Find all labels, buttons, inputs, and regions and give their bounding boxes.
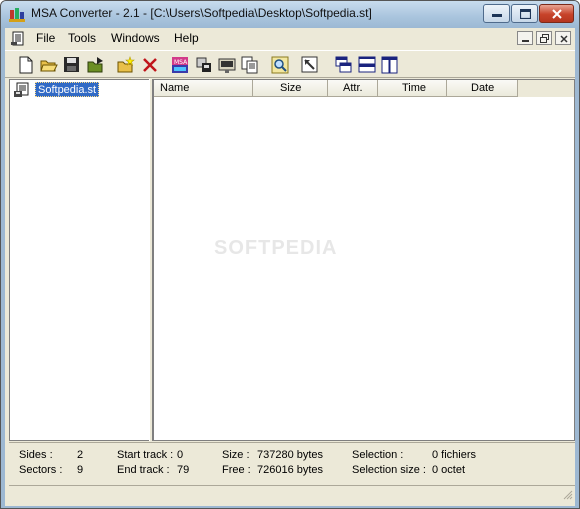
restore-icon [540,34,549,43]
delete-button[interactable] [139,54,161,76]
new-folder-icon [117,56,135,73]
start-track-value: 0 [177,449,184,461]
msa-convert-icon: MSA [172,57,188,73]
cascade-button[interactable] [333,54,355,76]
maximize-icon [520,9,531,19]
save-icon [64,57,79,72]
mdi-restore-button[interactable] [536,31,552,45]
free-label: Free : [222,464,251,476]
resize-grip-icon[interactable] [561,488,573,500]
msa-app-icon [9,8,25,22]
tile-horizontal-button[interactable] [356,54,378,76]
menu-tools[interactable]: Tools [68,31,96,45]
column-header-attr[interactable]: Attr. [328,80,378,97]
copy-disk-button[interactable] [216,54,238,76]
svg-text:MSA: MSA [174,59,188,66]
copy-files-icon [241,56,258,74]
msa-convert-button[interactable]: MSA [169,54,191,76]
tile-vertical-icon [381,56,398,74]
minimize-icon [492,14,502,17]
end-track-value: 79 [177,464,190,476]
app-window: MSA Converter - 2.1 - [C:\Users\Softpedi… [0,0,580,509]
sectors-value: 9 [77,464,84,476]
end-track-label: End track : [117,464,170,476]
start-track-label: Start track : [117,449,174,461]
close-icon [560,35,568,43]
list-header: Name Size Attr. Time Date [154,80,574,97]
size-label: Size : [222,449,250,461]
sides-label: Sides : [19,449,53,461]
search-icon [271,56,289,74]
selection-size-value: 0 octet [432,464,466,476]
sides-value: 2 [77,449,84,461]
tree-root-label[interactable]: Softpedia.st [35,82,100,97]
mdi-close-button[interactable] [555,31,571,45]
tree-pane[interactable]: Softpedia.st [9,79,149,441]
view-button[interactable] [299,54,321,76]
status-bar: Sides : 2 Sectors : 9 Start track : 0 En… [9,442,575,484]
open-button[interactable] [38,54,60,76]
client-area: File Tools Windows Help MSA Softpedia.st… [5,28,575,506]
maximize-button[interactable] [511,4,538,23]
column-header-name[interactable]: Name [154,80,253,97]
column-header-date[interactable]: Date [447,80,518,97]
close-icon [552,9,562,19]
selection-label: Selection : [352,449,404,461]
mdi-minimize-button[interactable] [517,31,533,45]
main-area: Softpedia.st Name Size Attr. Time Date S… [9,79,575,441]
save-button[interactable] [61,54,83,76]
selection-value: 0 fichiers [432,449,477,461]
open-icon [40,60,58,72]
close-button[interactable] [539,4,574,23]
new-folder-button[interactable] [115,54,137,76]
column-header-size[interactable]: Size [253,80,328,97]
bottom-status-strip [9,485,575,502]
disk-image-icon [14,82,29,97]
free-value: 726016 bytes [257,464,324,476]
copy-files-button[interactable] [239,54,261,76]
export-icon [87,57,103,73]
tile-vertical-button[interactable] [379,54,401,76]
watermark: SOFTPEDIA [214,237,338,259]
menu-file[interactable]: File [36,31,55,45]
menu-windows[interactable]: Windows [111,31,160,45]
menu-help[interactable]: Help [174,31,199,45]
copy-disk-icon [218,58,236,73]
menu-bar: File Tools Windows Help [5,28,575,48]
column-header-time[interactable]: Time [378,80,447,97]
search-button[interactable] [269,54,291,76]
minimize-button[interactable] [483,4,510,23]
export-button[interactable] [85,54,107,76]
file-list-pane[interactable]: Name Size Attr. Time Date SOFTPEDIA [153,79,575,441]
cascade-icon [335,56,352,73]
window-title: MSA Converter - 2.1 - [C:\Users\Softpedi… [31,6,372,20]
extract-button[interactable] [193,54,215,76]
view-icon [301,56,318,73]
title-bar[interactable]: MSA Converter - 2.1 - [C:\Users\Softpedi… [1,1,579,28]
sectors-label: Sectors : [19,464,63,476]
delete-icon [143,58,157,72]
new-button[interactable] [15,54,37,76]
size-value: 737280 bytes [257,449,324,461]
new-icon [19,56,33,74]
document-icon[interactable] [11,30,27,46]
selection-size-label: Selection size : [352,464,426,476]
toolbar: MSA [5,50,575,78]
tile-horizontal-icon [358,56,376,73]
minimize-icon [522,40,529,42]
extract-icon [196,57,211,72]
